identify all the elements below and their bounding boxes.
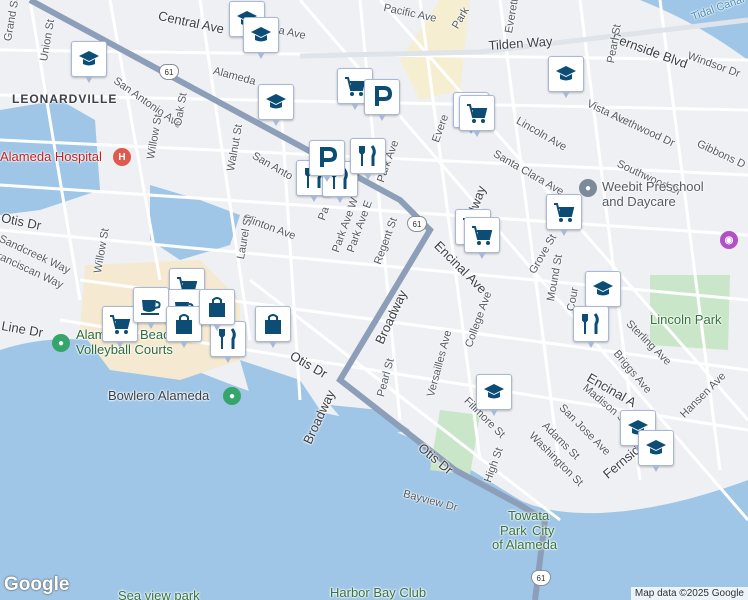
park-pin-icon[interactable]: ●: [52, 334, 70, 352]
place-label-harbor: Harbor Bay Club: [330, 585, 427, 600]
school-pin-icon[interactable]: [71, 41, 107, 83]
place-label-hospital[interactable]: Alameda Hospital: [0, 149, 102, 164]
school-pin-icon[interactable]: [638, 430, 674, 472]
place-label-volleyball: Volleyball Courts: [76, 342, 173, 357]
route-61-shield: 61: [159, 64, 179, 80]
bag-pin-icon[interactable]: [199, 289, 235, 331]
shop-pin-icon[interactable]: [546, 194, 582, 236]
school-pin-icon[interactable]: [258, 84, 294, 126]
place-label-towata-2: Park: [500, 523, 527, 538]
school-pin-icon[interactable]: [243, 17, 279, 59]
google-logo: Google: [4, 574, 70, 595]
area-leonardville: LEONARDVILLE: [12, 92, 118, 106]
school-pin-icon[interactable]: [548, 56, 584, 98]
bag-pin-icon[interactable]: [166, 306, 202, 348]
map-canvas[interactable]: Grand St Union St Central Ave lara Ave P…: [0, 0, 748, 600]
bag-pin-icon[interactable]: [255, 306, 291, 348]
route-61-shield: 61: [531, 570, 551, 586]
parking-pin-icon[interactable]: [309, 140, 345, 182]
shop-pin-icon[interactable]: [459, 95, 495, 137]
place-label-weebit-1[interactable]: Weebit Preschool: [602, 179, 704, 194]
shop-pin-icon[interactable]: [464, 217, 500, 259]
place-label-lincoln-park[interactable]: Lincoln Park: [650, 312, 722, 327]
cafe-pin-icon[interactable]: [133, 287, 169, 329]
camera-icon[interactable]: ◉: [720, 231, 738, 249]
restaurant-pin-icon[interactable]: [350, 138, 386, 180]
school-pin-icon[interactable]: ●: [579, 179, 597, 197]
place-label-towata-1: Towata: [508, 508, 550, 523]
school-pin-icon[interactable]: [585, 271, 621, 313]
place-label-weebit-2[interactable]: and Daycare: [602, 194, 676, 209]
map-attribution[interactable]: Map data ©2025 Google: [630, 587, 748, 600]
park-pin-icon[interactable]: ●: [223, 387, 241, 405]
place-label-seaview: Sea view park: [118, 588, 200, 600]
hospital-icon[interactable]: H: [113, 148, 131, 166]
parking-pin-icon[interactable]: [364, 79, 400, 121]
place-label-towata-3: City: [532, 523, 555, 538]
place-label-towata-4: of Alameda: [492, 537, 558, 552]
route-61-shield: 61: [407, 216, 427, 232]
school-pin-icon[interactable]: [476, 374, 512, 416]
restaurant-pin-icon[interactable]: [573, 306, 609, 348]
place-label-bowlero[interactable]: Bowlero Alameda: [108, 388, 209, 403]
